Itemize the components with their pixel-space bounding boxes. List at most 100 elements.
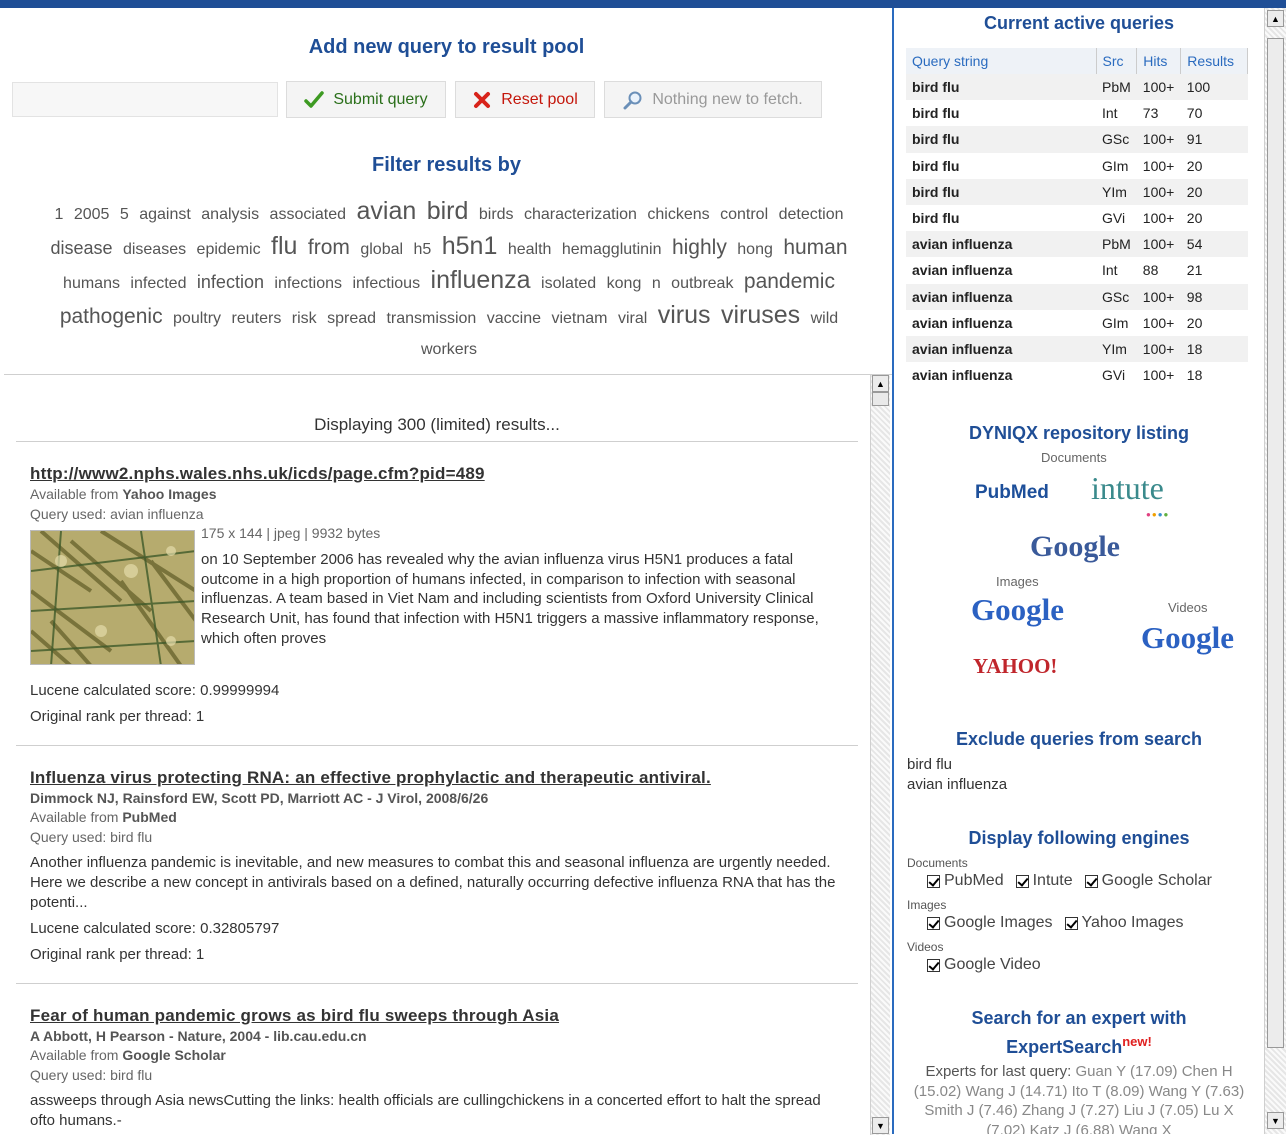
- tag-cloud-term[interactable]: hong: [737, 241, 773, 258]
- tag-cloud-term[interactable]: vietnam: [551, 310, 607, 327]
- tag-cloud-term[interactable]: influenza: [431, 266, 531, 294]
- tag-cloud-term[interactable]: viruses: [721, 301, 800, 329]
- window-scrollbar[interactable]: ▲ ▼: [1264, 8, 1286, 1134]
- tag-cloud-term[interactable]: control: [720, 206, 768, 223]
- tag-cloud-term[interactable]: wild: [811, 310, 839, 327]
- tag-cloud-term[interactable]: chickens: [647, 206, 709, 223]
- tag-cloud-term[interactable]: pandemic: [744, 270, 835, 293]
- submit-query-button[interactable]: Submit query: [286, 81, 446, 118]
- yahoo-logo[interactable]: YAHOO!: [973, 654, 1057, 679]
- query-row[interactable]: avian influenza Int 88 21: [906, 257, 1248, 284]
- tag-cloud-term[interactable]: 5: [120, 206, 129, 223]
- tag-cloud-term[interactable]: viral: [618, 310, 647, 327]
- fetch-button[interactable]: Nothing new to fetch.: [604, 81, 822, 118]
- google-scholar-checkbox[interactable]: Google Scholar: [1084, 872, 1212, 890]
- scroll-down-arrow-icon[interactable]: ▼: [872, 1117, 889, 1134]
- col-header-results[interactable]: Results: [1180, 48, 1248, 74]
- tag-cloud-term[interactable]: bird: [427, 197, 469, 225]
- col-header-query[interactable]: Query string: [906, 48, 1097, 74]
- query-row[interactable]: avian influenza GVi 100+ 18: [906, 362, 1248, 389]
- scrollbar-track[interactable]: [870, 375, 890, 1135]
- tag-cloud-term[interactable]: infected: [130, 275, 186, 292]
- query-row[interactable]: bird flu PbM 100+ 100: [906, 74, 1248, 101]
- tag-cloud-term[interactable]: birds: [479, 206, 514, 223]
- result-title-link[interactable]: Influenza virus protecting RNA: an effec…: [30, 768, 711, 788]
- tag-cloud-term[interactable]: human: [783, 236, 847, 259]
- tag-cloud-term[interactable]: workers: [421, 341, 477, 358]
- google-images-logo[interactable]: Google: [971, 592, 1064, 628]
- google-images-checkbox[interactable]: Google Images: [927, 914, 1053, 932]
- tag-cloud-term[interactable]: from: [308, 236, 350, 259]
- tag-cloud-term[interactable]: associated: [270, 206, 347, 223]
- tag-cloud-term[interactable]: poultry: [173, 310, 221, 327]
- google-scholar-logo[interactable]: Google: [1030, 530, 1120, 564]
- tag-cloud-term[interactable]: humans: [63, 275, 120, 292]
- tag-cloud-term[interactable]: infections: [274, 275, 342, 292]
- tag-cloud-term[interactable]: vaccine: [487, 310, 541, 327]
- tag-cloud-term[interactable]: disease: [50, 238, 112, 258]
- scrollbar-thumb[interactable]: [872, 392, 889, 406]
- tag-cloud-term[interactable]: virus: [658, 301, 711, 329]
- tag-cloud-term[interactable]: 2005: [74, 206, 110, 223]
- tag-cloud-term[interactable]: infection: [197, 272, 264, 292]
- tag-cloud-term[interactable]: global: [360, 241, 403, 258]
- tag-cloud-term[interactable]: hemagglutinin: [562, 241, 662, 258]
- col-header-hits[interactable]: Hits: [1136, 48, 1182, 74]
- tag-cloud-term[interactable]: flu: [271, 232, 297, 260]
- scroll-up-arrow-icon[interactable]: ▲: [872, 375, 889, 392]
- tag-cloud-term[interactable]: transmission: [386, 310, 476, 327]
- tag-cloud-term[interactable]: epidemic: [197, 241, 261, 258]
- pubmed-checkbox[interactable]: PubMed: [927, 872, 1004, 890]
- query-row[interactable]: avian influenza GIm 100+ 20: [906, 309, 1248, 336]
- result-title-link[interactable]: http://www2.nphs.wales.nhs.uk/icds/page.…: [30, 464, 485, 484]
- intute-checkbox[interactable]: Intute: [1015, 872, 1073, 890]
- query-row[interactable]: bird flu GIm 100+ 20: [906, 152, 1248, 179]
- tag-cloud-term[interactable]: n: [652, 275, 661, 292]
- query-row[interactable]: bird flu GSc 100+ 91: [906, 126, 1248, 153]
- reset-pool-button[interactable]: Reset pool: [455, 81, 595, 118]
- tag-cloud-term[interactable]: health: [508, 241, 552, 258]
- exclude-item[interactable]: avian influenza: [907, 776, 1007, 793]
- expert-title-line2[interactable]: ExpertSearchnew!: [895, 1034, 1263, 1058]
- exclude-item[interactable]: bird flu: [907, 756, 952, 773]
- window-scrollbar-thumb[interactable]: [1267, 38, 1284, 1048]
- tag-cloud-term[interactable]: reuters: [232, 310, 282, 327]
- tag-cloud-term[interactable]: against: [139, 206, 191, 223]
- pubmed-logo[interactable]: PubMed: [975, 482, 1049, 504]
- window-scroll-down-arrow-icon[interactable]: ▼: [1267, 1112, 1284, 1129]
- tag-cloud-term[interactable]: pathogenic: [60, 305, 163, 328]
- tag-cloud-term[interactable]: highly: [672, 236, 727, 259]
- tag-cloud-term[interactable]: spread: [327, 310, 376, 327]
- window-scroll-up-arrow-icon[interactable]: ▲: [1267, 10, 1284, 27]
- google-video-checkbox[interactable]: Google Video: [927, 956, 1041, 974]
- col-header-src[interactable]: Src: [1096, 48, 1138, 74]
- tag-cloud-term[interactable]: outbreak: [671, 275, 733, 292]
- query-row[interactable]: avian influenza YIm 100+ 18: [906, 335, 1248, 363]
- query-row[interactable]: bird flu Int 73 70: [906, 100, 1248, 127]
- tag-cloud-term[interactable]: 1: [54, 206, 63, 223]
- tag-cloud-term[interactable]: h5n1: [442, 232, 498, 260]
- query-input[interactable]: [12, 82, 278, 117]
- tag-cloud-term[interactable]: isolated: [541, 275, 596, 292]
- tag-cloud-term[interactable]: diseases: [123, 241, 186, 258]
- query-row[interactable]: bird flu YIm 100+ 20: [906, 178, 1248, 205]
- tag-cloud-term[interactable]: risk: [292, 310, 317, 327]
- result-thumbnail[interactable]: [30, 530, 195, 665]
- yahoo-images-checkbox[interactable]: Yahoo Images: [1064, 914, 1184, 932]
- tag-cloud-term[interactable]: characterization: [524, 206, 637, 223]
- cross-icon: [472, 90, 492, 110]
- tag-cloud-term[interactable]: analysis: [201, 206, 259, 223]
- query-row[interactable]: avian influenza GSc 100+ 98: [906, 283, 1248, 310]
- tag-cloud-term[interactable]: kong: [607, 275, 642, 292]
- intute-logo[interactable]: intute ●●●●: [1091, 470, 1168, 519]
- query-string-cell: bird flu: [906, 74, 1096, 101]
- tag-cloud-term[interactable]: h5: [414, 241, 432, 258]
- query-row[interactable]: bird flu GVi 100+ 20: [906, 204, 1248, 232]
- tag-cloud-term[interactable]: detection: [779, 206, 844, 223]
- tag-cloud-term[interactable]: infectious: [352, 275, 420, 292]
- results-scrollbar[interactable]: ▲ ▼: [870, 375, 890, 1135]
- result-title-link[interactable]: Fear of human pandemic grows as bird flu…: [30, 1006, 559, 1026]
- query-row[interactable]: avian influenza PbM 100+ 54: [906, 231, 1248, 258]
- tag-cloud-term[interactable]: avian: [357, 197, 417, 225]
- google-video-logo[interactable]: Google: [1141, 620, 1234, 656]
